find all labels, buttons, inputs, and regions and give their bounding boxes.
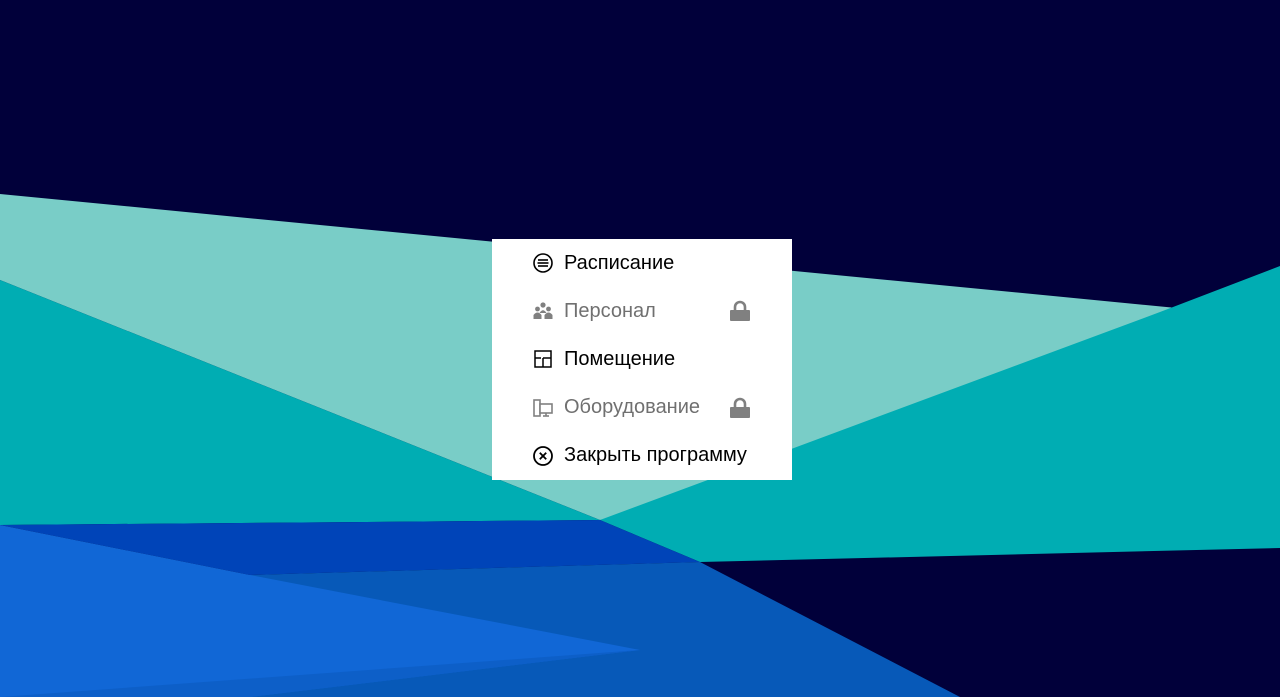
menu-item-staff-label: Персонал	[564, 299, 656, 322]
menu-item-schedule-label: Расписание	[564, 251, 675, 274]
main-menu: Расписание Персонал Помещение Оборудован…	[492, 239, 792, 480]
close-circle-icon	[532, 445, 554, 467]
menu-item-exit[interactable]: Закрыть программу	[492, 432, 792, 480]
people-icon	[532, 300, 554, 322]
computer-icon	[532, 397, 554, 419]
floor-plan-icon	[532, 348, 554, 370]
menu-item-exit-label: Закрыть программу	[564, 444, 747, 467]
desktop: Расписание Персонал Помещение Оборудован…	[0, 0, 1280, 697]
list-circle-icon	[532, 252, 554, 274]
menu-item-schedule[interactable]: Расписание	[492, 239, 792, 287]
menu-item-equipment-label: Оборудование	[564, 396, 701, 419]
menu-item-premises[interactable]: Помещение	[492, 335, 792, 383]
lock-icon	[729, 300, 751, 322]
menu-item-equipment[interactable]: Оборудование	[492, 384, 792, 432]
menu-item-premises-label: Помещение	[564, 347, 676, 370]
menu-item-staff[interactable]: Персонал	[492, 287, 792, 335]
lock-icon	[729, 397, 751, 419]
